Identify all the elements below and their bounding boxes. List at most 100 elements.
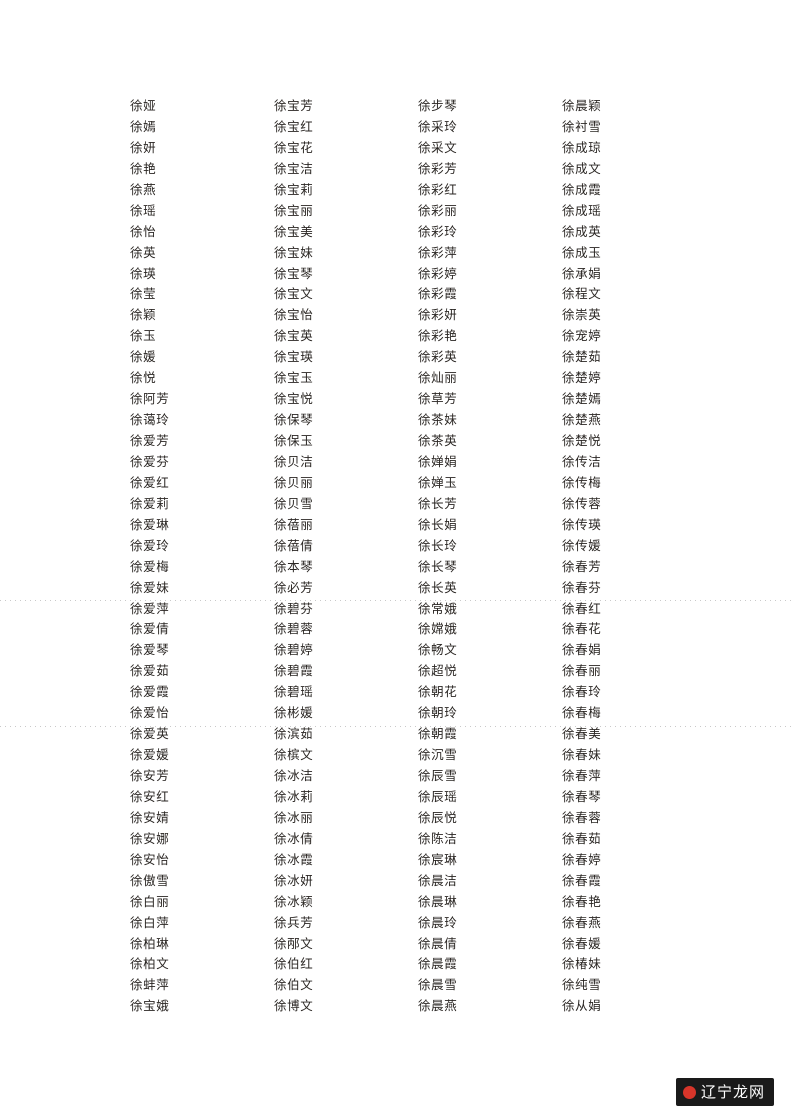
name-entry: 徐蚌萍: [130, 977, 170, 993]
name-entry: 徐爱怡: [130, 705, 170, 721]
name-entry: 徐碧蓉: [274, 621, 314, 637]
page-canvas: 徐娅 徐嫣 徐妍 徐艳 徐燕 徐瑶 徐怡 徐英 徐瑛 徐莹 徐颖 徐玉 徐媛 徐悦 徐阿芳 徐蔼玲 徐爱芳 徐爱芬…: [0, 0, 792, 1120]
name-entry: 徐宠婷: [562, 328, 602, 344]
name-entry: 徐宸琳: [418, 851, 458, 867]
name-entry: 徐爱倩: [130, 621, 170, 637]
name-entry: 徐宝文: [274, 286, 314, 302]
name-entry: 徐宝悦: [274, 391, 314, 407]
name-entry: 徐畅文: [418, 642, 458, 658]
name-entry: 徐彩红: [418, 181, 458, 197]
name-entry: 徐阿芳: [130, 391, 170, 407]
name-entry: 徐柏琳: [130, 935, 170, 951]
name-entry: 徐冰倩: [274, 830, 314, 846]
name-entry: 徐彩丽: [418, 202, 458, 218]
name-entry: 徐颖: [130, 307, 157, 323]
name-entry: 徐春红: [562, 600, 602, 616]
name-entry: 徐春玲: [562, 684, 602, 700]
name-entry: 徐春丽: [562, 663, 602, 679]
name-entry: 徐滨茹: [274, 726, 314, 742]
name-entry: 徐晨雪: [418, 977, 458, 993]
name-entry: 徐嫦娥: [418, 621, 458, 637]
name-entry: 徐春美: [562, 726, 602, 742]
name-entry: 徐楚茹: [562, 349, 602, 365]
name-entry: 徐传媛: [562, 537, 602, 553]
name-entry: 徐春燕: [562, 914, 602, 930]
name-entry: 徐灿丽: [418, 370, 458, 386]
name-entry: 徐茶英: [418, 433, 458, 448]
name-entry: 徐爱芳: [130, 433, 170, 448]
name-entry: 徐贝雪: [274, 495, 314, 511]
name-entry: 徐瑶: [130, 202, 157, 218]
name-entry: 徐彩婷: [418, 265, 458, 281]
name-entry: 徐伯文: [274, 977, 314, 993]
name-entry: 徐柏文: [130, 956, 170, 972]
name-entry: 徐长娟: [418, 516, 458, 532]
name-entry: 徐春艳: [562, 893, 602, 909]
name-entry: 徐朝霞: [418, 726, 458, 742]
name-entry: 徐成琼: [562, 139, 602, 155]
name-entry: 徐傲雪: [130, 872, 170, 888]
name-entry: 徐春娟: [562, 642, 602, 658]
name-entry: 徐兵芳: [274, 914, 314, 930]
name-entry: 徐爱霞: [130, 684, 170, 700]
name-entry: 徐宝琴: [274, 265, 314, 281]
name-entry: 徐燕: [130, 181, 157, 197]
name-entry: 徐冰莉: [274, 788, 314, 804]
name-entry: 徐春芳: [562, 558, 602, 574]
name-entry: 徐朝玲: [418, 705, 458, 721]
name-entry: 徐碧芬: [274, 600, 314, 616]
name-entry: 徐安婧: [130, 809, 170, 825]
name-entry: 徐冰霞: [274, 851, 314, 867]
name-entry: 徐成文: [562, 160, 602, 176]
name-entry: 徐春蓉: [562, 809, 602, 825]
name-entry: 徐碧婷: [274, 642, 314, 658]
name-entry: 徐成英: [562, 223, 602, 239]
name-entry: 徐悦: [130, 370, 157, 386]
name-entry: 徐成玉: [562, 244, 602, 260]
name-entry: 徐莹: [130, 286, 157, 302]
name-entry: 徐爱茹: [130, 663, 170, 679]
name-entry: 徐春霞: [562, 872, 602, 888]
name-entry: 徐楚嫣: [562, 391, 602, 407]
name-entry: 徐楚悦: [562, 433, 602, 448]
name-entry: 徐沉雪: [418, 747, 458, 763]
name-entry: 徐纯雪: [562, 977, 602, 993]
name-entry: 徐安红: [130, 788, 170, 804]
name-entry: 徐艳: [130, 160, 157, 176]
name-list-grid: 徐娅 徐嫣 徐妍 徐艳 徐燕 徐瑶 徐怡 徐英 徐瑛 徐莹 徐颖 徐玉 徐媛 徐悦 徐阿芳 徐蔼玲 徐爱芳 徐爱芬…: [130, 96, 650, 1017]
name-entry: 徐晨琳: [418, 893, 458, 909]
name-entry: 徐嫣: [130, 118, 157, 134]
name-entry: 徐辰雪: [418, 768, 458, 783]
name-entry: 徐彩英: [418, 349, 458, 365]
name-entry: 徐春茹: [562, 830, 602, 846]
name-entry: 徐长琴: [418, 558, 458, 574]
watermark-text: 辽宁龙网: [700, 1083, 765, 1101]
name-entry: 徐贝洁: [274, 453, 314, 469]
name-entry: 徐婵玉: [418, 474, 458, 490]
name-entry: 徐宝莉: [274, 181, 314, 197]
name-entry: 徐程文: [562, 286, 602, 302]
name-entry: 徐椿妹: [562, 956, 602, 972]
name-entry: 徐超悦: [418, 663, 458, 679]
name-entry: 徐冰颖: [274, 893, 314, 909]
name-entry: 徐宝玉: [274, 370, 314, 386]
name-entry: 徐爱英: [130, 726, 170, 742]
name-entry: 徐爱梅: [130, 558, 170, 574]
name-entry: 徐晨霞: [418, 956, 458, 972]
name-entry: 徐辰瑶: [418, 788, 458, 804]
name-entry: 徐宝瑛: [274, 349, 314, 365]
name-entry: 徐成瑶: [562, 202, 602, 218]
name-entry: 徐承娟: [562, 265, 602, 281]
name-entry: 徐春琴: [562, 788, 602, 804]
watermark-dot-icon: [682, 1085, 696, 1099]
name-entry: 徐彩萍: [418, 244, 458, 260]
name-entry: 徐安娜: [130, 830, 170, 846]
name-entry: 徐爱琴: [130, 642, 170, 658]
name-entry: 徐玉: [130, 328, 157, 344]
name-entry: 徐春萍: [562, 768, 602, 783]
name-entry: 徐妍: [130, 139, 157, 155]
name-entry: 徐长玲: [418, 537, 458, 553]
name-entry: 徐楚燕: [562, 412, 602, 428]
name-entry: 徐白丽: [130, 893, 170, 909]
name-entry: 徐爱芬: [130, 453, 170, 469]
